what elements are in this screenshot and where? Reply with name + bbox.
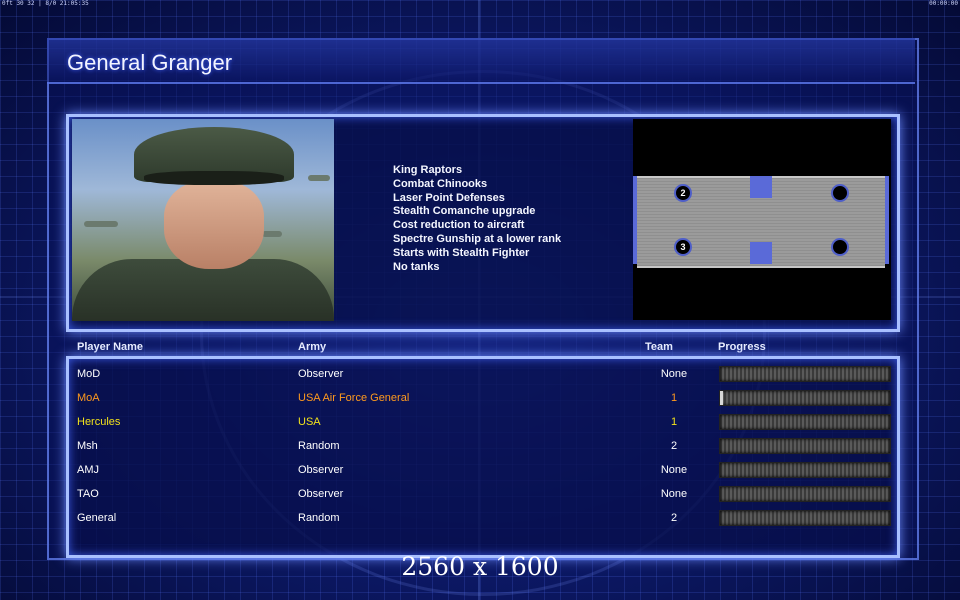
player-army: Observer — [298, 464, 344, 476]
status-readout-right: 00:00:00 — [929, 0, 958, 7]
feature-item: Stealth Comanche upgrade — [393, 205, 536, 218]
player-progress-bar — [719, 366, 891, 382]
player-team: None — [660, 368, 688, 380]
start-position-marker[interactable] — [831, 238, 849, 256]
player-army: Observer — [298, 368, 344, 380]
player-team: 2 — [670, 512, 678, 524]
column-header-progress: Progress — [718, 341, 766, 353]
column-header-team: Team — [645, 341, 673, 353]
player-team: None — [660, 464, 688, 476]
player-team: None — [660, 488, 688, 500]
map-water-notch — [750, 242, 772, 264]
feature-item: Spectre Gunship at a lower rank — [393, 232, 562, 245]
player-name: MoA — [77, 392, 100, 404]
table-row: MoA USA Air Force General 1 — [0, 387, 960, 411]
map-water-edge — [633, 176, 637, 264]
table-row: General Random 2 — [0, 507, 960, 531]
player-progress-bar — [719, 510, 891, 526]
start-position-marker[interactable]: 2 — [674, 184, 692, 202]
map-water-notch — [750, 176, 772, 198]
player-name: TAO — [77, 488, 99, 500]
general-features-list: King Raptors Combat Chinooks Laser Point… — [393, 164, 561, 274]
column-header-army: Army — [298, 341, 327, 353]
portrait-face — [164, 181, 264, 269]
table-row: Msh Random 2 — [0, 435, 960, 459]
table-row: MoD Observer None — [0, 363, 960, 387]
player-name: AMJ — [77, 464, 99, 476]
player-progress-bar — [719, 438, 891, 454]
player-progress-bar — [719, 390, 891, 406]
player-name: Hercules — [77, 416, 121, 428]
portrait-cap-brim — [144, 171, 284, 185]
feature-item: No tanks — [393, 260, 440, 273]
start-position-marker[interactable] — [831, 184, 849, 202]
start-position-marker[interactable]: 3 — [674, 238, 692, 256]
player-army: Observer — [298, 488, 344, 500]
table-row: Hercules USA 1 — [0, 411, 960, 435]
player-progress-bar — [719, 462, 891, 478]
player-army: USA Air Force General — [298, 392, 410, 404]
feature-item: Starts with Stealth Fighter — [393, 246, 530, 259]
player-progress-bar — [719, 486, 891, 502]
table-row: TAO Observer None — [0, 483, 960, 507]
player-name: Msh — [77, 440, 98, 452]
table-row: AMJ Observer None — [0, 459, 960, 483]
map-water-edge — [885, 176, 889, 264]
map-preview: 2 3 — [633, 119, 891, 320]
general-portrait — [72, 119, 334, 321]
player-progress-bar — [719, 414, 891, 430]
feature-item: Cost reduction to aircraft — [393, 219, 525, 232]
helicopter-icon — [308, 175, 330, 181]
feature-item: King Raptors — [393, 164, 463, 176]
player-army: USA — [298, 416, 321, 428]
player-team: 1 — [670, 392, 678, 404]
status-readout-left: 0ft 30 32 | 8/0 21:05:35 — [2, 0, 89, 7]
feature-item: Laser Point Defenses — [393, 191, 505, 204]
player-name: MoD — [77, 368, 101, 380]
player-army: Random — [298, 512, 340, 524]
progress-fill — [720, 391, 724, 405]
helicopter-icon — [84, 221, 118, 227]
resolution-label: 2560 x 1600 — [401, 552, 559, 581]
column-header-player-name: Player Name — [77, 341, 144, 353]
player-army: Random — [298, 440, 340, 452]
player-team: 1 — [670, 416, 678, 428]
general-title: General Granger — [67, 50, 233, 75]
feature-item: Combat Chinooks — [393, 177, 488, 190]
player-team: 2 — [670, 440, 678, 452]
helicopter-icon — [262, 231, 282, 237]
player-name: General — [77, 512, 117, 524]
